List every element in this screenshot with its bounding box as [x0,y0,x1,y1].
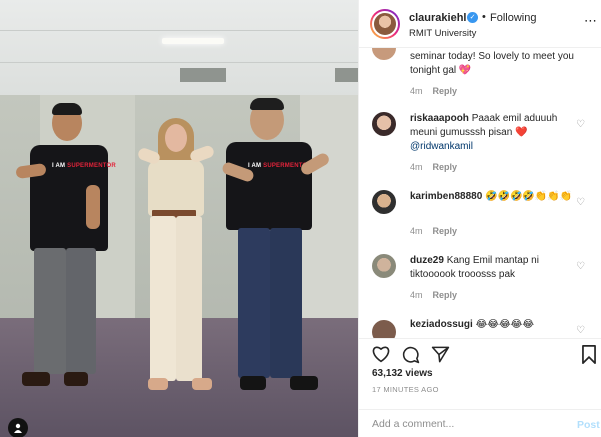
trousers [66,248,96,374]
comment-username[interactable]: keziadossugi [410,319,473,330]
bookmark-icon[interactable] [581,345,597,369]
vest [148,160,204,216]
arm [86,185,100,229]
commenter-avatar[interactable] [372,48,396,60]
action-bar [359,338,601,370]
following-button[interactable]: Following [490,12,536,24]
heart-icon[interactable] [371,345,391,368]
comment-like-heart-icon[interactable]: ♡ [576,325,585,336]
comment-like-heart-icon[interactable]: ♡ [576,261,585,272]
head [165,124,187,152]
comment-text: duze29 Kang Emil mantap ni tiktoooook tr… [410,255,539,280]
comment-meta: 4m Reply [410,162,458,172]
story-ring[interactable] [370,9,400,39]
shirt-print: I AM SUPERMENTOR [52,163,116,169]
comment-username[interactable]: duze29 [410,255,444,266]
post-video[interactable]: I AM SUPERMENTOR I AM SUPERMENTOR [0,0,358,437]
mention-link[interactable]: @ridwankamil [410,141,473,152]
t-shirt [226,142,312,230]
shoe [64,372,88,386]
commenter-avatar[interactable] [372,190,396,214]
shoe [240,376,266,390]
view-count[interactable]: 63,132 views [372,368,433,379]
post-location[interactable]: RMIT University [409,28,476,39]
post-comment-button[interactable]: Post [577,419,600,431]
tagged-user-icon[interactable] [8,418,28,437]
ceiling-line [0,62,358,63]
comment-text: seminar today! So lovely to meet you ton… [410,51,574,76]
ceiling-line [0,30,358,31]
shoe [290,376,318,390]
more-options-icon[interactable]: ⋯ [584,13,598,29]
hair [52,103,82,115]
comment-meta: 4m Reply [410,290,458,300]
comments-list[interactable]: seminar today! So lovely to meet you ton… [359,48,601,338]
reply-button[interactable]: Reply [433,86,458,96]
reply-button[interactable]: Reply [433,290,458,300]
hair [250,98,284,110]
comment-text: karimben88880 🤣🤣🤣🤣👏👏👏 [410,191,573,202]
commenter-avatar[interactable] [372,254,396,278]
ceiling-vent [335,68,358,82]
comment-username[interactable]: karimben88880 [410,191,482,202]
ceiling-light [162,38,224,44]
send-icon[interactable] [431,345,450,369]
comment-input[interactable] [372,418,562,430]
commenter-avatar[interactable] [372,112,396,136]
post-header: claurakiehl ✓ • Following RMIT Universit… [359,0,601,48]
post-sidebar: claurakiehl ✓ • Following RMIT Universit… [358,0,601,437]
comment-like-heart-icon[interactable]: ♡ [576,197,585,208]
shoe [22,372,50,386]
commenter-avatar[interactable] [372,320,396,338]
separator: • [482,11,486,23]
reply-button[interactable]: Reply [433,162,458,172]
verified-badge-icon: ✓ [467,12,478,23]
trousers [34,248,66,374]
jeans [270,228,302,378]
add-comment-bar: Post [359,409,601,437]
shoe [148,378,168,390]
ceiling [0,0,358,95]
shoe [192,378,212,390]
comment-text: keziadossugi 😂😂😂😂😂 [410,319,535,330]
comment-text: riskaaapooh Paaak emil aduuuh meuni gumu… [410,113,558,152]
comment-meta: 4m Reply [410,86,458,96]
trousers [150,216,176,381]
post-username[interactable]: claurakiehl [409,12,466,24]
post-timestamp[interactable]: 17 MINUTES AGO [372,385,439,394]
reply-button[interactable]: Reply [433,226,458,236]
ceiling-vent [180,68,226,82]
comment-like-heart-icon[interactable]: ♡ [576,119,585,130]
comment-bubble-icon[interactable] [401,345,420,369]
comment-username[interactable]: riskaaapooh [410,113,469,124]
avatar [372,11,398,37]
jeans [238,228,270,378]
trousers [176,216,202,381]
comment-meta: 4m Reply [410,226,458,236]
